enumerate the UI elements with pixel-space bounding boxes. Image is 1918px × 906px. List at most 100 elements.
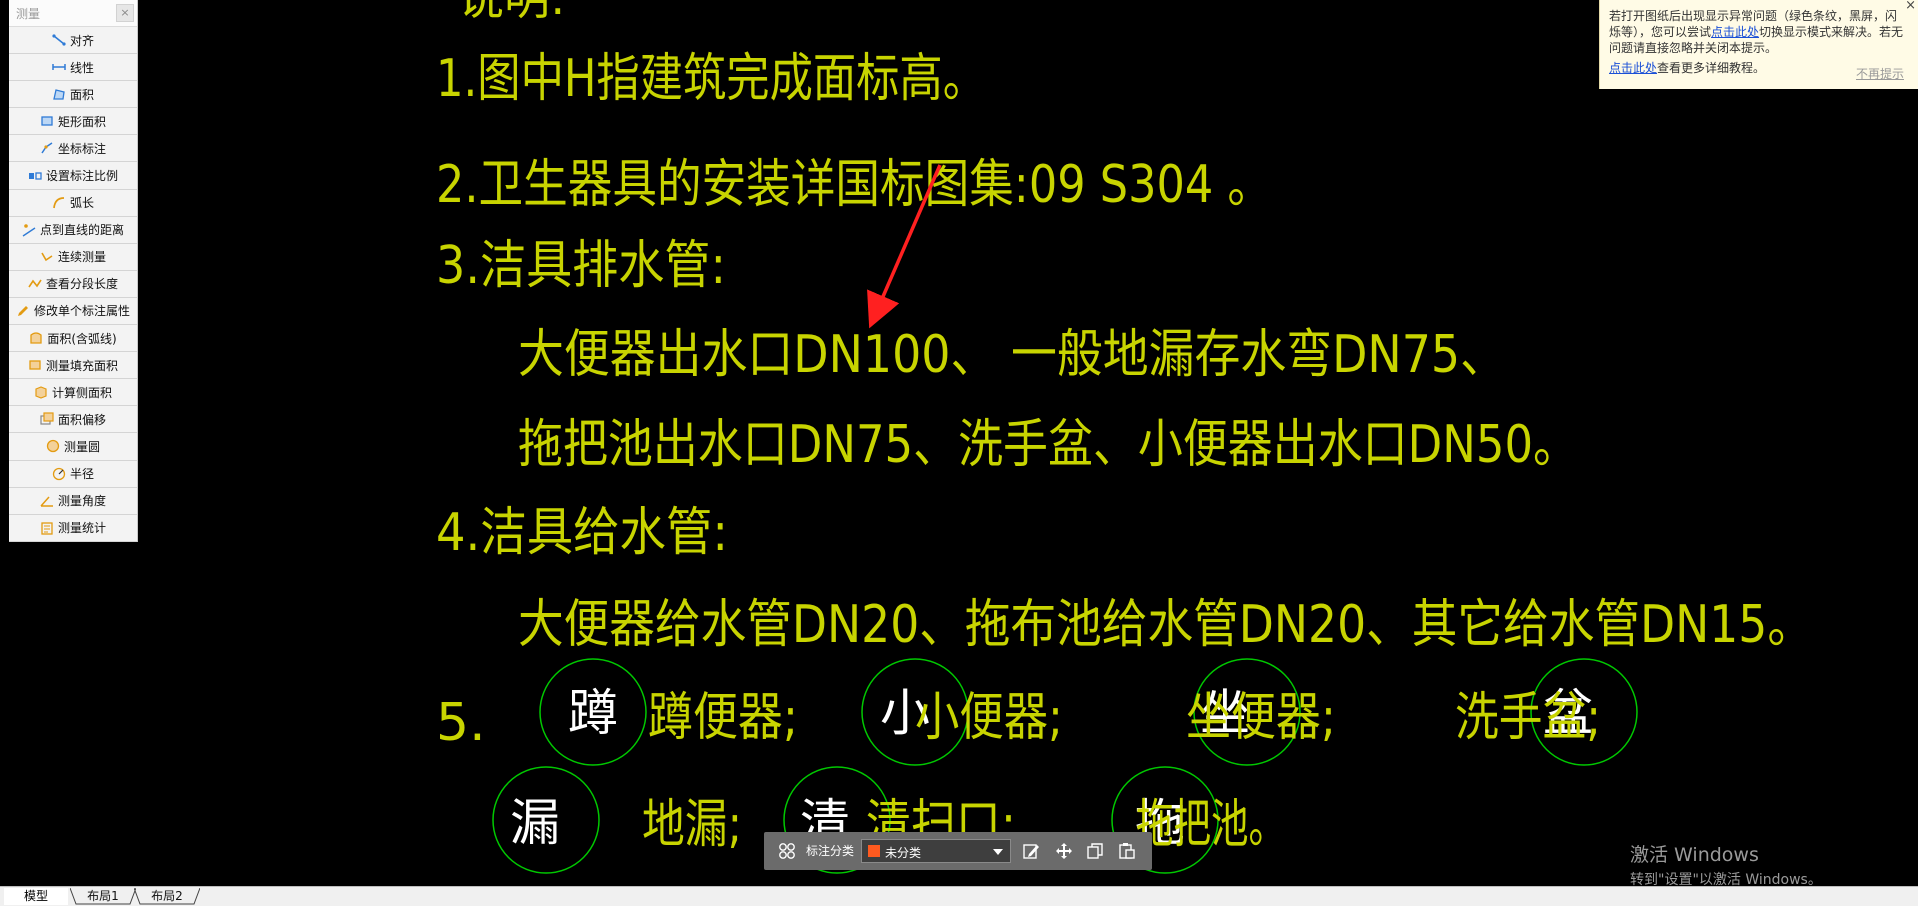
area-offset-icon	[40, 412, 54, 425]
tool-item-label: 修改单个标注属性	[33, 304, 130, 319]
arc-length-icon	[53, 196, 65, 208]
legend-label-mop-sink: 拖把池。	[1136, 795, 1286, 855]
note-line-4: 4.洁具给水管:	[436, 503, 728, 563]
legend-label-urinal: 小便器;	[915, 688, 1063, 748]
align-measure-icon	[52, 34, 66, 46]
edit-icon[interactable]	[1022, 842, 1040, 860]
tool-item-label: 计算侧面积	[51, 385, 112, 400]
layout-tab-bar: 模型 布局1 布局2	[0, 886, 1918, 906]
coordinate-icon	[41, 142, 53, 154]
linear-measure-icon	[52, 64, 66, 71]
switch-display-mode-link[interactable]: 点击此处	[1711, 25, 1759, 39]
rect-area-icon	[41, 116, 53, 126]
tool-item-label: 矩形面积	[57, 114, 106, 129]
scale-setting-icon	[28, 171, 42, 180]
tool-item[interactable]: 坐标标注	[9, 135, 137, 163]
radius-icon	[52, 467, 66, 480]
tool-item[interactable]: 半径	[9, 460, 137, 488]
no-remind-link[interactable]: 不再提示	[1856, 66, 1904, 82]
tool-item-label: 弧长	[69, 196, 94, 211]
partial-title: 说明:	[458, 0, 566, 25]
legend-label-squat: 蹲便器;	[648, 688, 798, 748]
tool-item[interactable]: 面积	[9, 81, 137, 109]
statistics-icon	[41, 522, 53, 535]
tool-item[interactable]: 修改单个标注属性	[9, 297, 137, 326]
note-line-2: 2.卫生器具的安装详国标图集:09 S304 。	[436, 155, 1272, 215]
tool-item[interactable]: 测量圆	[9, 433, 137, 461]
tool-item[interactable]: 面积偏移	[9, 406, 137, 434]
note-line-3b: 拖把池出水口DN75、洗手盆、小便器出水口DN50。	[518, 415, 1578, 475]
category-selected-value: 未分类	[885, 846, 922, 860]
edit-annotation-icon	[17, 305, 28, 316]
paste-icon[interactable]	[1118, 842, 1136, 860]
tool-item-label: 测量填充面积	[45, 358, 118, 373]
tab-model-label: 模型	[23, 889, 48, 903]
tool-item[interactable]: 对齐	[9, 27, 137, 55]
tool-item[interactable]: 面积(含弧线)	[9, 325, 137, 353]
tool-item[interactable]: 矩形面积	[9, 108, 137, 136]
category-grid-icon[interactable]	[778, 842, 796, 860]
tool-item-label: 面积(含弧线)	[47, 331, 117, 346]
category-label: 标注分类	[806, 844, 855, 858]
category-select[interactable]: 未分类	[861, 839, 1011, 863]
windows-activation-watermark: 激活 Windows 转到"设置"以激活 Windows。	[1630, 840, 1822, 889]
note-line-1: 1.图中H指建筑完成面标高。	[436, 49, 986, 109]
arc-area-icon	[30, 332, 42, 344]
drawing-canvas[interactable]: 说明: 1.图中H指建筑完成面标高。 2.卫生器具的安装详国标图集:09 S30…	[0, 0, 1918, 886]
tab-model[interactable]: 模型	[4, 888, 68, 905]
tool-item[interactable]: 点到直线的距离	[9, 216, 137, 244]
tool-item-label: 面积	[69, 87, 94, 102]
tool-item-label: 测量角度	[57, 494, 106, 509]
copy-icon[interactable]	[1086, 842, 1104, 860]
tool-item-label: 连续测量	[57, 250, 106, 265]
tool-item[interactable]: 测量角度	[9, 487, 137, 515]
tool-item[interactable]: 设置标注比例	[9, 162, 137, 190]
tool-item-label: 面积偏移	[57, 412, 106, 427]
measure-panel: 测量 × 对齐线性面积矩形面积坐标标注设置标注比例 弧长点到直线的距离 连续测量查看…	[9, 0, 138, 542]
panel-header: 测量 ×	[9, 0, 137, 27]
segment-length-icon	[28, 279, 42, 288]
tool-item[interactable]: 计算侧面积	[9, 379, 137, 407]
tool-item-label: 点到直线的距离	[39, 223, 124, 238]
tool-item-label: 测量圆	[63, 439, 100, 454]
watermark-line-1: 激活 Windows	[1630, 844, 1759, 866]
notice-close-button[interactable]: ×	[1905, 0, 1916, 14]
measure-circle-icon	[46, 440, 60, 453]
tool-item-label: 坐标标注	[57, 141, 106, 156]
tool-item[interactable]: 连续测量	[9, 243, 137, 271]
annotation-toolbar: 标注分类 未分类	[764, 832, 1152, 870]
tab-layout-1[interactable]: 布局1	[70, 888, 136, 905]
panel-title: 测量	[16, 7, 41, 21]
tab-layout-1-label: 布局1	[87, 889, 119, 903]
notice-text-3: 查看更多详细教程。	[1657, 61, 1766, 75]
legend-label-floor-drain: 地漏;	[642, 795, 742, 855]
legend-symbol-squat: 蹲	[568, 684, 618, 742]
tab-layout-2[interactable]: 布局2	[134, 888, 200, 905]
tutorial-link[interactable]: 点击此处	[1609, 61, 1657, 75]
tool-item[interactable]: 测量填充面积	[9, 352, 137, 380]
tool-list: 对齐线性面积矩形面积坐标标注设置标注比例 弧长点到直线的距离 连续测量查看分段长度修…	[9, 27, 137, 542]
legend-label-basin: 洗手盆;	[1455, 688, 1601, 748]
panel-collapse-button[interactable]: ×	[116, 4, 134, 22]
side-area-icon	[35, 386, 47, 399]
tool-item-label: 对齐	[69, 33, 94, 48]
fill-area-icon	[29, 360, 41, 370]
area-measure-icon	[53, 89, 65, 100]
note-line-5-number: 5.	[436, 693, 486, 753]
tool-item[interactable]: 测量统计	[9, 514, 137, 542]
note-line-3a: 大便器出水口DN100、 一般地漏存水弯DN75、	[518, 325, 1506, 385]
tool-item[interactable]: 线性	[9, 54, 137, 82]
legend-label-toilet: 坐便器;	[1186, 688, 1336, 748]
point-line-distance-icon	[22, 223, 36, 237]
tool-item[interactable]: 查看分段长度	[9, 270, 137, 298]
continuous-measure-icon	[41, 252, 53, 261]
chevron-down-icon	[993, 849, 1003, 855]
angle-icon	[40, 496, 53, 507]
note-line-3: 3.洁具排水管:	[436, 236, 726, 296]
move-icon[interactable]	[1055, 842, 1073, 860]
tool-item[interactable]: 弧长	[9, 189, 137, 217]
tool-item-label: 设置标注比例	[45, 169, 118, 184]
tool-item-label: 线性	[69, 60, 94, 75]
tool-item-label: 查看分段长度	[45, 277, 118, 292]
display-notice: 若打开图纸后出现显示异常问题（绿色条纹，黑屏，闪烁等），您可以尝试点击此处切换显…	[1599, 0, 1918, 89]
